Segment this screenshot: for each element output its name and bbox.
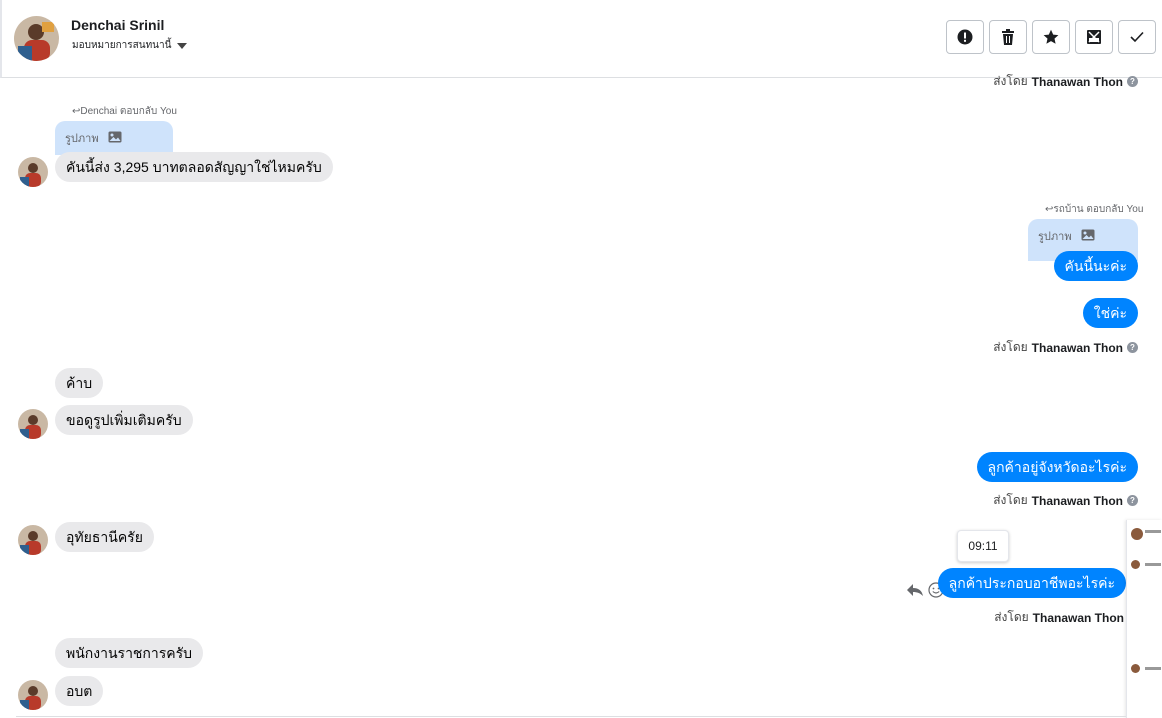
reply-quote-text: รูปภาพ — [65, 133, 99, 145]
sent-by-name: Thanawan Thon — [1032, 610, 1124, 625]
conversation-preview-strip[interactable] — [1126, 520, 1162, 718]
contact-avatar[interactable] — [14, 16, 59, 61]
archive-button[interactable] — [1075, 20, 1113, 54]
reply-label: ↩Denchai ตอบกลับ You — [72, 106, 177, 117]
avatar[interactable] — [18, 680, 48, 710]
help-icon[interactable]: ? — [1127, 76, 1138, 87]
image-icon — [108, 131, 122, 146]
sent-by-label: ส่งโดย Thanawan Thon ? — [993, 491, 1138, 510]
trash-icon — [1001, 29, 1015, 45]
sent-by-label: ส่งโดย Thanawan Thon ? — [993, 338, 1138, 357]
conversation-header: Denchai Srinil มอบหมายการสนทนานี้ — [0, 0, 1162, 78]
report-icon — [957, 29, 973, 45]
sent-by-label: ส่งโดย Thanawan Thon ? — [993, 72, 1138, 91]
image-icon — [1081, 229, 1095, 244]
delete-button[interactable] — [989, 20, 1027, 54]
assign-label: มอบหมายการสนทนานี้ — [72, 40, 172, 51]
contact-name[interactable]: Denchai Srinil — [71, 17, 164, 33]
mini-text — [1145, 667, 1161, 670]
check-icon — [1130, 31, 1144, 43]
incoming-message[interactable]: ขอดูรูปเพิ่มเติมครับ — [55, 405, 193, 435]
incoming-message[interactable]: คันนี้ส่ง 3,295 บาทตลอดสัญญาใช่ไหมครับ — [55, 152, 333, 182]
sent-by-name: Thanawan Thon — [1031, 74, 1123, 89]
divider — [16, 716, 1126, 717]
sent-by-prefix: ส่งโดย — [993, 493, 1028, 507]
sent-by-name: Thanawan Thon — [1031, 340, 1123, 355]
archive-icon — [1086, 29, 1102, 45]
mini-text — [1145, 530, 1161, 533]
report-button[interactable] — [946, 20, 984, 54]
avatar[interactable] — [18, 157, 48, 187]
sent-by-name: Thanawan Thon — [1031, 493, 1123, 508]
help-icon[interactable]: ? — [1127, 495, 1138, 506]
outgoing-message[interactable]: ใช่ค่ะ — [1082, 298, 1138, 328]
mini-text — [1145, 563, 1161, 566]
mark-done-button[interactable] — [1118, 20, 1156, 54]
incoming-message[interactable]: อบต — [55, 676, 104, 706]
sent-by-prefix: ส่งโดย — [993, 340, 1028, 354]
star-icon — [1043, 29, 1059, 45]
chevron-down-icon — [177, 42, 188, 49]
timestamp-tooltip: 09:11 — [957, 530, 1009, 562]
sent-by-label: ส่งโดย Thanawan Thon — [994, 608, 1124, 627]
outgoing-message[interactable]: คันนี้นะค่ะ — [1053, 251, 1138, 281]
sent-by-prefix: ส่งโดย — [993, 74, 1028, 88]
mini-avatar — [1131, 664, 1140, 673]
incoming-message[interactable]: ค้าบ — [55, 368, 104, 398]
avatar[interactable] — [18, 409, 48, 439]
star-button[interactable] — [1032, 20, 1070, 54]
outgoing-message[interactable]: ลูกค้าอยู่จังหวัดอะไรค่ะ — [976, 452, 1138, 482]
reply-icon[interactable] — [906, 583, 924, 602]
assign-conversation-dropdown[interactable]: มอบหมายการสนทนานี้ — [72, 38, 188, 53]
reply-quote[interactable]: รูปภาพ — [55, 121, 173, 155]
reply-label: ↩รถบ้าน ตอบกลับ You — [1045, 204, 1144, 215]
avatar[interactable] — [18, 525, 48, 555]
outgoing-message[interactable]: ลูกค้าประกอบอาชีพอะไรค่ะ — [937, 568, 1126, 598]
help-icon[interactable]: ? — [1127, 342, 1138, 353]
incoming-message[interactable]: พนักงานราชการครับ — [55, 638, 204, 668]
mini-avatar — [1131, 560, 1140, 569]
incoming-message[interactable]: อุทัยธานีครัย — [55, 522, 154, 552]
reply-quote-text: รูปภาพ — [1038, 231, 1072, 243]
sent-by-prefix: ส่งโดย — [994, 610, 1029, 624]
mini-avatar — [1131, 528, 1143, 540]
